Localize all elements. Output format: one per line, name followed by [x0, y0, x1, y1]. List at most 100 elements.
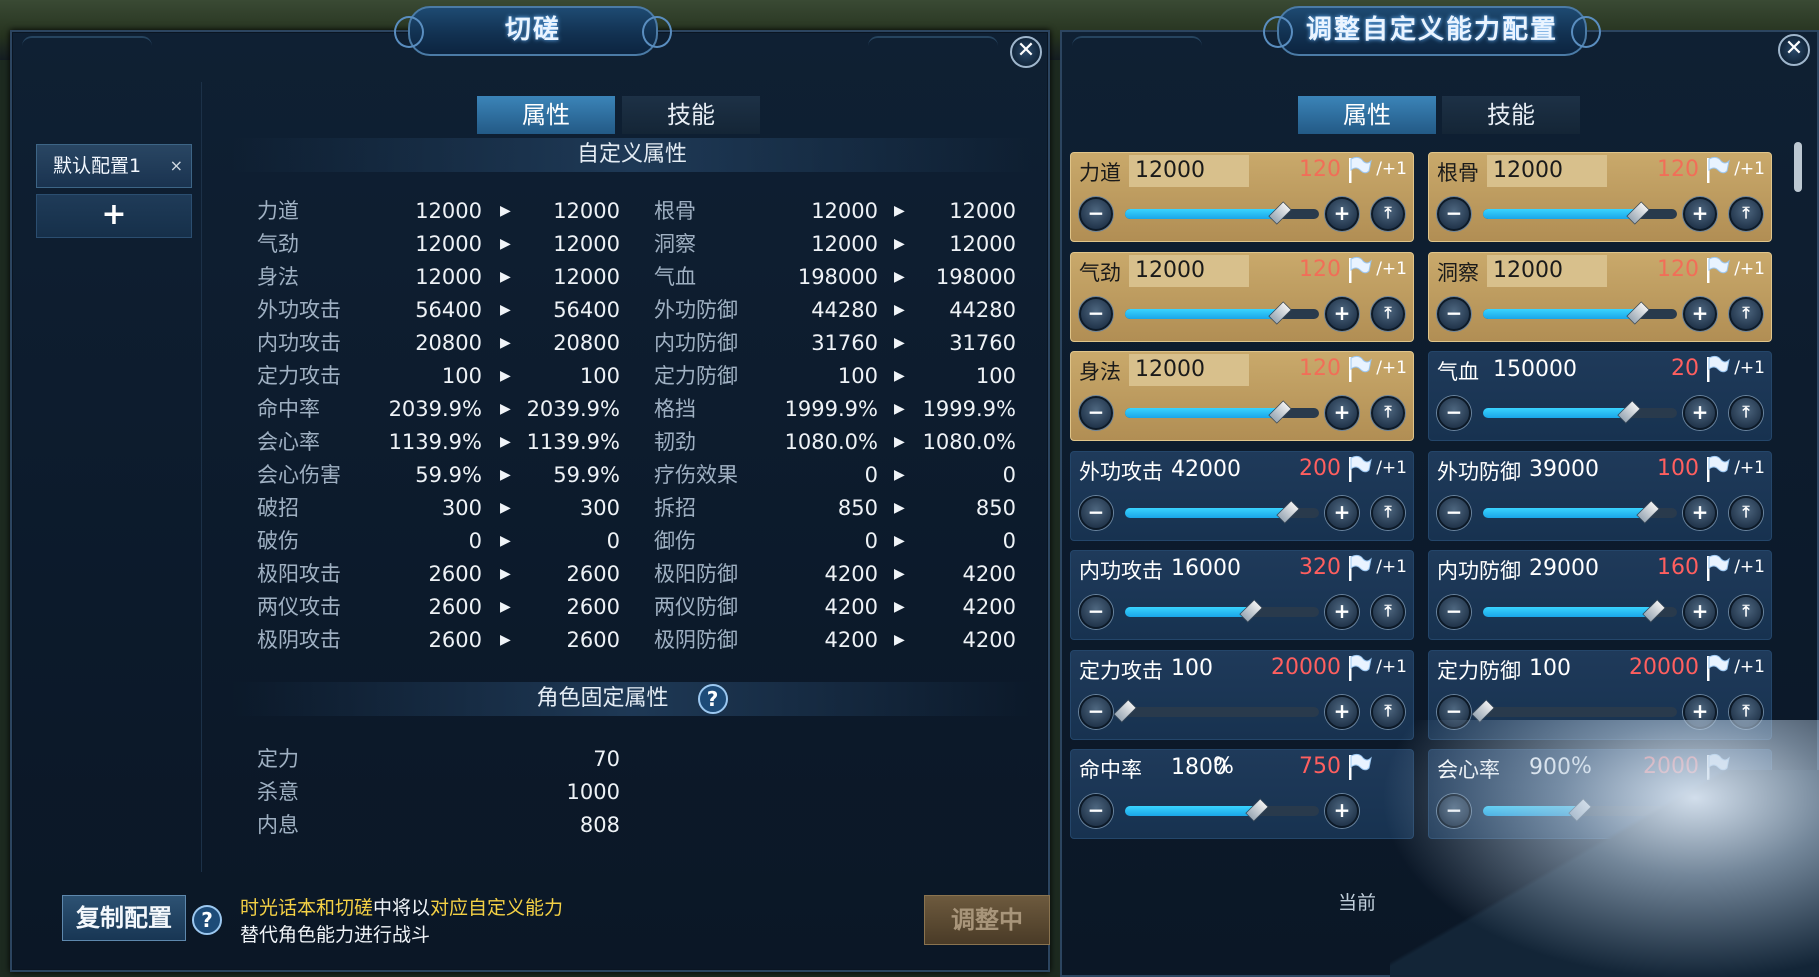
plus-icon[interactable]: + — [1325, 694, 1359, 729]
minus-icon[interactable]: − — [1437, 296, 1471, 331]
minus-icon[interactable]: − — [1079, 595, 1113, 629]
tab-attributes[interactable]: 属性 — [1298, 96, 1436, 134]
close-icon[interactable]: ✕ — [1778, 34, 1810, 66]
slider-thumb[interactable] — [1626, 300, 1650, 325]
max-icon[interactable]: ⤒ — [1729, 396, 1763, 430]
max-icon[interactable]: ⤒ — [1371, 694, 1405, 729]
attribute-new-value: 1139.9% — [526, 430, 620, 454]
ability-name: 内功攻击 — [1079, 559, 1163, 583]
config-item[interactable]: 默认配置1 × — [36, 144, 192, 188]
attribute-current-value: 31760 — [811, 331, 878, 355]
ability-slider[interactable] — [1483, 599, 1677, 623]
ability-slider[interactable] — [1483, 499, 1677, 524]
plus-icon[interactable]: + — [1683, 495, 1717, 530]
slider-thumb[interactable] — [1113, 698, 1137, 723]
add-config-button[interactable]: + — [36, 194, 192, 238]
max-icon[interactable]: ⤒ — [1371, 595, 1405, 629]
plus-icon[interactable]: + — [1325, 495, 1359, 530]
slider-thumb[interactable] — [1616, 400, 1641, 424]
slider-thumb[interactable] — [1239, 599, 1263, 623]
ability-slider[interactable] — [1125, 499, 1319, 524]
slider-thumb[interactable] — [1268, 201, 1292, 225]
plus-icon[interactable]: + — [1325, 794, 1359, 828]
attribute-current-value: 2600 — [428, 562, 482, 586]
minus-icon[interactable]: − — [1437, 197, 1471, 231]
plus-icon[interactable]: + — [1683, 296, 1717, 331]
ability-slider[interactable] — [1483, 201, 1677, 225]
ability-slider[interactable] — [1125, 201, 1319, 225]
adjusting-button[interactable]: 调整中 — [924, 895, 1050, 945]
ability-card: 身法 12000 120/+1− + ⤒ — [1070, 351, 1414, 441]
max-icon[interactable]: ⤒ — [1371, 396, 1405, 430]
plus-icon[interactable]: + — [1325, 396, 1359, 430]
attribute-new-value: 4200 — [962, 562, 1016, 586]
attribute-current-value: 1139.9% — [388, 430, 482, 454]
plus-icon[interactable]: + — [1683, 197, 1717, 231]
scrollbar-thumb[interactable] — [1794, 142, 1802, 192]
minus-icon[interactable]: − — [1079, 794, 1113, 828]
max-icon[interactable]: ⤒ — [1729, 694, 1763, 729]
tab-skills[interactable]: 技能 — [1442, 96, 1580, 134]
ability-slider[interactable] — [1125, 400, 1319, 424]
plus-icon[interactable]: + — [1325, 595, 1359, 629]
max-icon[interactable]: ⤒ — [1371, 296, 1405, 331]
max-icon[interactable]: ⤒ — [1729, 495, 1763, 530]
minus-icon[interactable]: − — [1079, 296, 1113, 331]
ability-slider[interactable] — [1113, 698, 1319, 723]
minus-icon[interactable]: − — [1437, 595, 1471, 629]
slider-fill — [1483, 308, 1639, 319]
slider-thumb[interactable] — [1276, 499, 1300, 524]
ability-slider[interactable] — [1483, 400, 1677, 424]
copy-config-button[interactable]: 复制配置 — [62, 895, 186, 941]
minus-icon[interactable]: − — [1079, 396, 1113, 430]
plus-icon[interactable]: + — [1683, 694, 1717, 729]
slider-thumb[interactable] — [1642, 599, 1666, 623]
tab-attributes[interactable]: 属性 — [477, 96, 615, 134]
ability-card: 力道 12000 120/+1− + ⤒ — [1070, 152, 1414, 242]
fixed-attribute-value: 70 — [593, 747, 620, 771]
slider-thumb[interactable] — [1626, 201, 1650, 225]
max-icon[interactable]: ⤒ — [1371, 495, 1405, 530]
slider-thumb[interactable] — [1245, 798, 1269, 822]
ability-slider[interactable] — [1471, 698, 1677, 723]
ability-slider[interactable] — [1483, 300, 1677, 325]
plus-icon[interactable]: + — [1683, 396, 1717, 430]
minus-icon[interactable]: − — [1437, 495, 1471, 530]
help-icon[interactable]: ? — [697, 684, 728, 714]
corner-ornament — [1072, 36, 1202, 50]
slider-thumb[interactable] — [1636, 499, 1660, 524]
minus-icon[interactable]: − — [1079, 197, 1113, 231]
max-icon[interactable]: ⤒ — [1729, 595, 1763, 629]
max-icon[interactable]: ⤒ — [1729, 197, 1763, 231]
attribute-label: 极阴攻击 — [257, 628, 341, 652]
attribute-new-value: 12000 — [949, 199, 1016, 223]
hint-part: 中将以 — [373, 897, 431, 919]
attribute-new-value: 198000 — [935, 265, 1016, 289]
slider-thumb[interactable] — [1268, 300, 1292, 325]
ability-limit: 750 — [1299, 754, 1341, 779]
step-label: /+1 — [1734, 258, 1765, 279]
max-icon[interactable]: ⤒ — [1729, 296, 1763, 331]
help-icon[interactable]: ? — [192, 905, 222, 935]
ability-slider[interactable] — [1125, 798, 1319, 822]
minus-icon[interactable]: − — [1079, 694, 1113, 729]
tab-skills[interactable]: 技能 — [622, 96, 760, 134]
attribute-new-value: 850 — [975, 496, 1016, 520]
slider-thumb[interactable] — [1471, 698, 1495, 723]
max-icon[interactable]: ⤒ — [1371, 197, 1405, 231]
plus-icon[interactable]: + — [1683, 595, 1717, 629]
plus-icon[interactable]: + — [1325, 197, 1359, 231]
attribute-label: 破招 — [257, 496, 299, 520]
close-icon[interactable]: ✕ — [1010, 36, 1042, 68]
close-icon[interactable]: × — [170, 145, 183, 187]
plus-icon[interactable]: + — [1325, 296, 1359, 331]
minus-icon[interactable]: − — [1079, 495, 1113, 530]
attribute-current-value: 12000 — [415, 232, 482, 256]
ability-slider[interactable] — [1125, 300, 1319, 325]
slider-thumb[interactable] — [1268, 400, 1292, 424]
minus-icon[interactable]: − — [1437, 396, 1471, 430]
ability-slider[interactable] — [1125, 599, 1319, 623]
minus-icon[interactable]: − — [1437, 694, 1471, 729]
window-title: 切磋 — [394, 6, 672, 56]
attribute-current-value: 4200 — [824, 628, 878, 652]
